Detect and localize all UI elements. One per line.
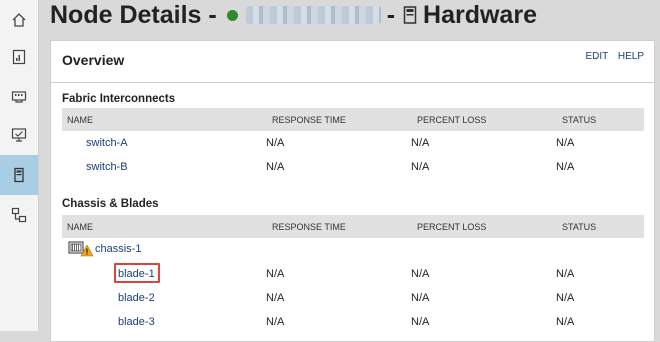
col-percent-loss: PERCENT LOSS [417,115,487,125]
home-icon [12,13,26,27]
report-icon [12,49,26,65]
rail-hardware[interactable] [0,155,38,195]
response-time-value: N/A [266,292,285,304]
percent-loss-value: N/A [411,161,430,173]
status-up-icon [226,9,238,21]
chassis-group-row: chassis-1 [62,238,644,262]
rail-topology[interactable] [0,195,38,235]
table-row: switch-A N/A N/A N/A [62,132,644,156]
col-percent-loss: PERCENT LOSS [417,222,487,232]
network-card-icon [11,91,27,103]
chassis-table-header: NAME RESPONSE TIME PERCENT LOSS STATUS [62,215,644,238]
help-link[interactable]: HELP [618,51,644,62]
hardware-icon [14,167,24,183]
title-prefix: Node Details - [50,0,217,29]
chassis-section-title: Chassis & Blades [62,198,159,210]
response-time-value: N/A [266,268,285,280]
blade-3-link[interactable]: blade-3 [118,316,155,328]
percent-loss-value: N/A [411,268,430,280]
card-header: Overview EDIT HELP [51,41,654,83]
response-time-value: N/A [266,161,285,173]
server-icon [403,6,417,24]
card-links: EDIT HELP [578,51,644,62]
topology-icon [11,207,27,223]
table-row: blade-3 N/A N/A N/A [62,311,644,335]
title-separator: - [386,0,396,29]
chassis-warning-icon [68,241,94,257]
switch-a-link[interactable]: switch-A [86,137,128,149]
col-response-time: RESPONSE TIME [272,222,346,232]
status-value: N/A [556,268,575,280]
col-status: STATUS [562,222,597,232]
col-status: STATUS [562,115,597,125]
edit-link[interactable]: EDIT [585,51,608,62]
page-title: Node Details - - Hardware [50,0,537,30]
switch-b-link[interactable]: switch-B [86,161,128,173]
status-value: N/A [556,292,575,304]
rail-home[interactable] [0,0,38,40]
side-rail [0,0,39,331]
status-value: N/A [556,161,575,173]
table-row: switch-B N/A N/A N/A [62,156,644,180]
blade-1-link[interactable]: blade-1 [118,268,155,280]
percent-loss-value: N/A [411,137,430,149]
rail-network[interactable] [0,77,38,117]
percent-loss-value: N/A [411,316,430,328]
percent-loss-value: N/A [411,292,430,304]
rail-reports[interactable] [0,37,38,77]
fabric-section-title: Fabric Interconnects [62,93,176,105]
title-suffix: Hardware [423,0,537,29]
col-name: NAME [67,222,94,232]
status-value: N/A [556,137,575,149]
fabric-table-header: NAME RESPONSE TIME PERCENT LOSS STATUS [62,108,644,131]
table-row: blade-2 N/A N/A N/A [62,287,644,311]
blade-2-link[interactable]: blade-2 [118,292,155,304]
overview-card: Overview EDIT HELP Fabric Interconnects … [50,40,655,342]
monitor-icon [11,128,27,142]
response-time-value: N/A [266,137,285,149]
redacted-node-name [245,6,381,24]
table-row: blade-1 N/A N/A N/A [62,263,644,287]
status-value: N/A [556,316,575,328]
response-time-value: N/A [266,316,285,328]
rail-monitor[interactable] [0,115,38,155]
col-response-time: RESPONSE TIME [272,115,346,125]
chassis-1-link[interactable]: chassis-1 [95,243,141,255]
card-title: Overview [62,52,125,68]
col-name: NAME [67,115,94,125]
